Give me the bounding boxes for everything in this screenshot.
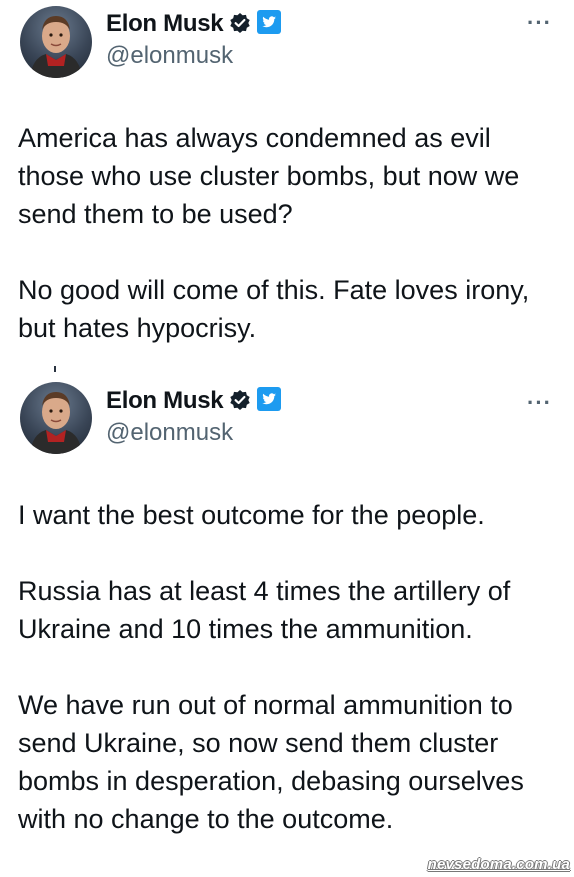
twitter-bird-icon [257,387,282,411]
author-name-row: Elon Musk [106,10,282,38]
tweet-1: Elon Musk @elonmusk ··· America has alwa… [0,0,574,368]
avatar-image [30,392,82,454]
avatar-image [30,16,82,78]
tweet-paragraph: Russia has at least 4 times the artiller… [18,576,511,644]
avatar[interactable] [20,6,92,78]
watermark: nevsedoma.com.ua [427,856,570,873]
verified-badge-icon [229,12,251,34]
twitter-bird-icon [257,10,282,34]
more-options-icon[interactable]: ··· [527,392,552,414]
author-handle[interactable]: @elonmusk [106,419,233,447]
tweet-2: Elon Musk @elonmusk ··· I want the best … [0,368,574,877]
author-name[interactable]: Elon Musk [106,10,224,37]
author-name-row: Elon Musk [106,387,282,415]
author-handle[interactable]: @elonmusk [106,42,233,70]
tweet-paragraph: No good will come of this. Fate loves ir… [18,275,530,343]
author-name[interactable]: Elon Musk [106,387,224,414]
more-options-icon[interactable]: ··· [527,12,552,34]
tweet-paragraph: America has always condemned as evil tho… [18,123,520,229]
tweet-text: I want the best outcome for the people. … [18,496,558,838]
tweet-text: America has always condemned as evil tho… [18,119,558,347]
avatar[interactable] [20,382,92,454]
tweet-paragraph: I want the best outcome for the people. [18,500,485,530]
tweet-paragraph: We have run out of normal ammunition to … [18,690,524,834]
verified-badge-icon [229,389,251,411]
